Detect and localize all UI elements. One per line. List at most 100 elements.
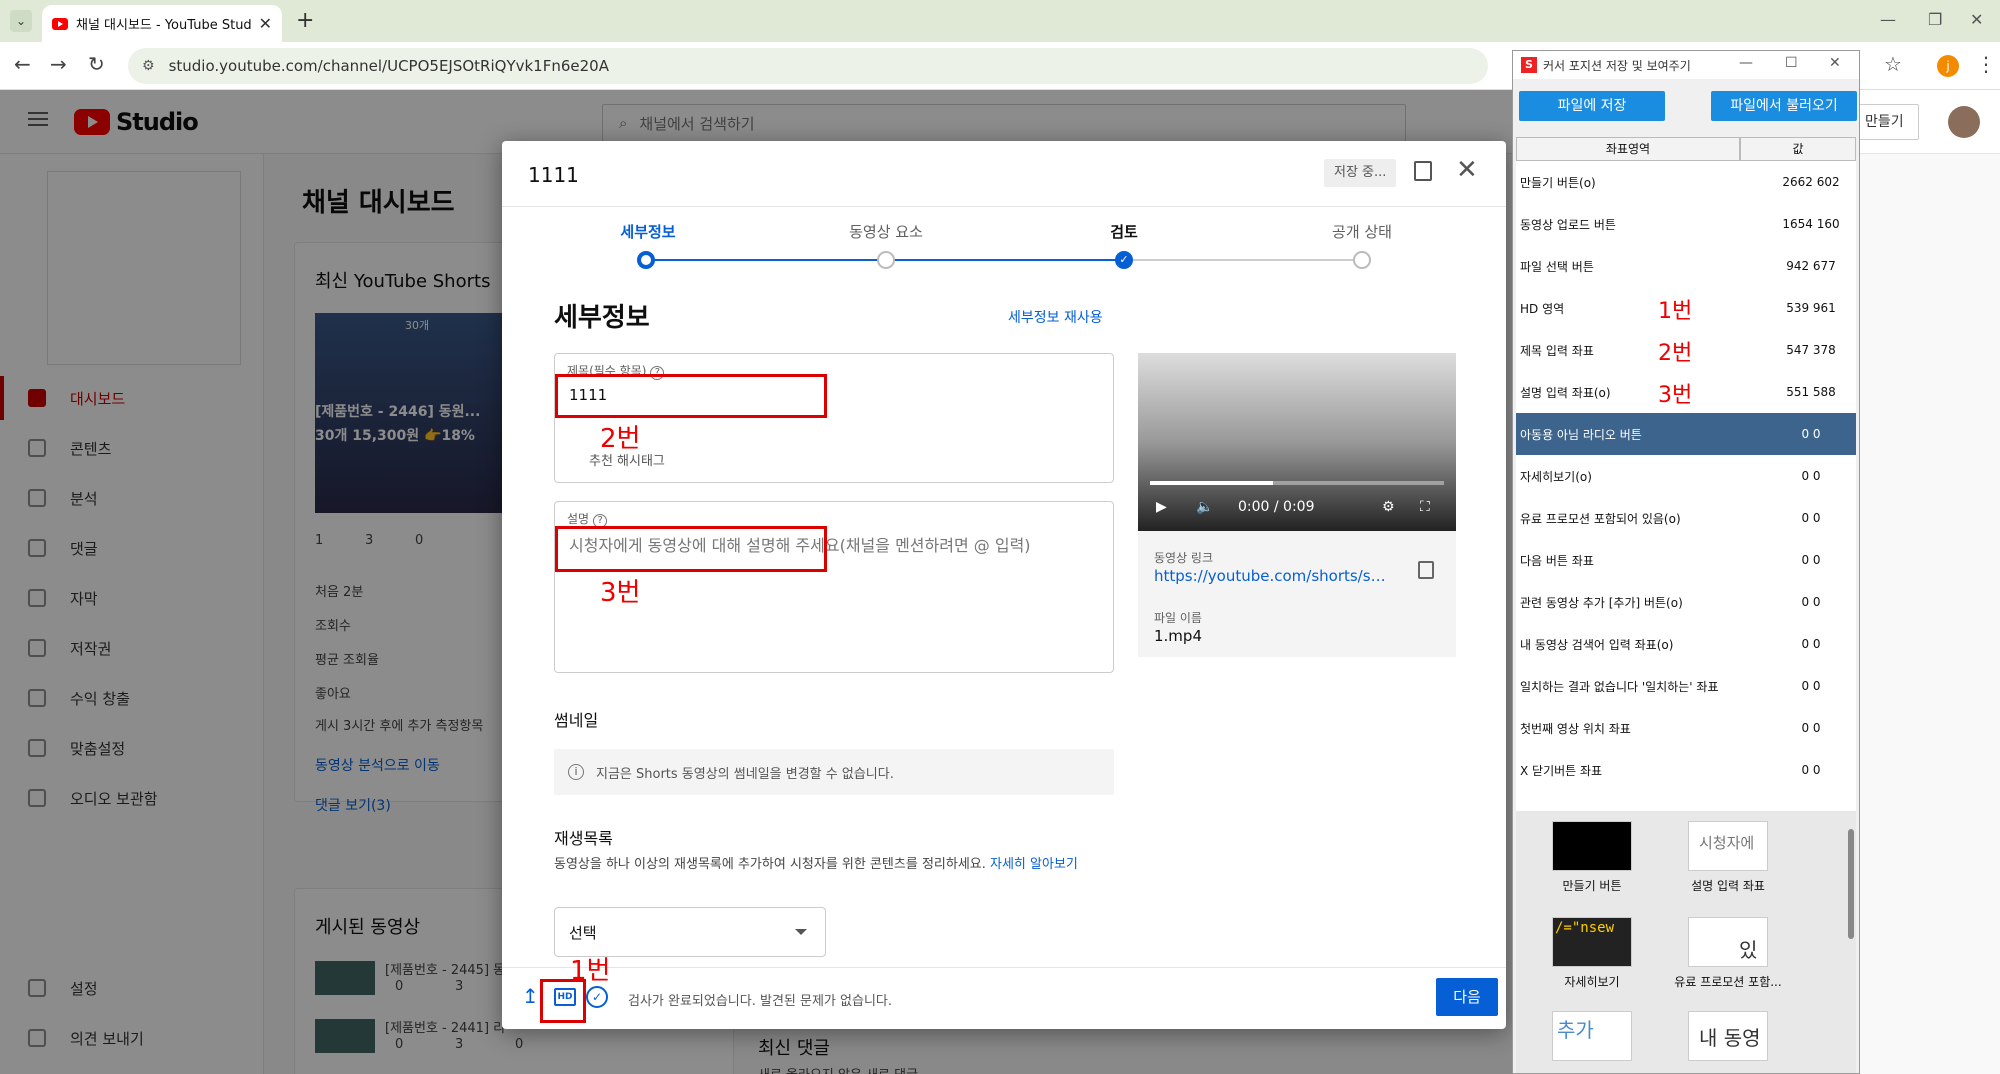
step-visibility[interactable]: 공개 상태	[1282, 221, 1442, 242]
coords-row-name: 관련 동영상 추가 [추가] 버튼(o)	[1520, 595, 1683, 610]
settings-gear-icon[interactable]: ⚙	[1382, 499, 1395, 515]
description-label-text: 설명	[567, 512, 590, 526]
avatar[interactable]	[1948, 106, 1980, 138]
thumb-details[interactable]: /="nsew	[1552, 917, 1632, 967]
coords-row[interactable]: 첫번째 영상 위치 좌표 0 0	[1516, 707, 1856, 749]
coords-row[interactable]: 일치하는 결과 없습니다 '일치하는' 좌표 0 0	[1516, 665, 1856, 707]
coords-row[interactable]: HD 영역 1번 539 961	[1516, 287, 1856, 329]
annotation-label-2: 2번	[600, 424, 641, 454]
coords-row[interactable]: 다음 버튼 좌표 0 0	[1516, 539, 1856, 581]
coords-grid: 좌표영역 값 만들기 버튼(o) 2662 602 동영상 업로드 버튼 1654 1…	[1516, 137, 1856, 837]
coords-row[interactable]: X 닫기버튼 좌표 0 0	[1516, 749, 1856, 791]
file-name-label: 파일 이름	[1154, 611, 1202, 625]
coords-row-annotation: 3번	[1658, 383, 1693, 408]
coords-row[interactable]: 만들기 버튼(o) 2662 602	[1516, 161, 1856, 203]
volume-icon[interactable]: 🔈	[1196, 499, 1213, 515]
tab-close-icon[interactable]: ✕	[259, 14, 272, 33]
tool-close-icon[interactable]: ✕	[1829, 55, 1841, 71]
info-icon: i	[568, 764, 584, 780]
thumb-description[interactable]: 시청자에	[1688, 821, 1768, 871]
coords-row-value: 0 0	[1801, 763, 1821, 777]
tool-minimize-icon[interactable]: —	[1739, 55, 1753, 71]
coords-row[interactable]: 내 동영상 검색어 입력 좌표(o) 0 0	[1516, 623, 1856, 665]
close-icon[interactable]: ✕	[1456, 155, 1478, 185]
video-time: 0:00 / 0:09	[1238, 499, 1315, 515]
browser-tab[interactable]: 채널 대시보드 - YouTube Studio ✕	[42, 5, 282, 42]
reuse-details-link[interactable]: 세부정보 재사용	[1008, 307, 1103, 327]
coords-row[interactable]: 동영상 업로드 버튼 1654 160	[1516, 203, 1856, 245]
browser-menu-icon[interactable]: ⋮	[1976, 52, 1996, 76]
progress-fill	[1150, 481, 1274, 485]
tab-search-chevron-icon[interactable]: ⌄	[10, 10, 32, 32]
thumb-search[interactable]: 내 동영	[1688, 1011, 1768, 1061]
reload-icon[interactable]: ↻	[88, 52, 105, 76]
step-dot-video-elements[interactable]	[877, 251, 895, 269]
step-video-elements[interactable]: 동영상 요소	[806, 221, 966, 242]
report-icon[interactable]	[1414, 161, 1432, 181]
coords-row[interactable]: 아동용 아님 라디오 버튼 0 0	[1516, 413, 1856, 455]
fullscreen-icon[interactable]: ⛶	[1420, 499, 1430, 515]
next-button[interactable]: 다음	[1436, 978, 1498, 1016]
restore-icon[interactable]: ❐	[1928, 10, 1942, 29]
playlist-heading: 재생목록	[554, 829, 613, 848]
thumbnail-info: i 지금은 Shorts 동영상의 썸네일을 변경할 수 없습니다.	[554, 749, 1114, 795]
coords-row[interactable]: 자세히보기(o) 0 0	[1516, 455, 1856, 497]
thumb-text: 시청자에	[1699, 834, 1755, 852]
coords-row-name: HD 영역	[1520, 301, 1565, 316]
coords-row-value: 0 0	[1801, 511, 1821, 525]
profile-icon[interactable]: j	[1937, 55, 1959, 77]
back-icon[interactable]: ←	[14, 52, 31, 76]
copy-icon[interactable]	[1418, 561, 1434, 579]
coords-row[interactable]: 설명 입력 좌표(o) 3번 551 588	[1516, 371, 1856, 413]
step-dot-checks-check-icon[interactable]: ✓	[1115, 251, 1133, 269]
coords-row-name: 자세히보기(o)	[1520, 469, 1592, 484]
forward-icon[interactable]: →	[50, 52, 67, 76]
coords-row-name: 다음 버튼 좌표	[1520, 553, 1594, 568]
new-tab-icon[interactable]: +	[296, 8, 314, 33]
save-to-file-button[interactable]: 파일에 저장	[1519, 91, 1665, 121]
coords-row[interactable]: 파일 선택 버튼 942 677	[1516, 245, 1856, 287]
url-text: studio.youtube.com/channel/UCPO5EJSOtRiQ…	[168, 57, 609, 75]
progress-bar[interactable]	[1150, 481, 1444, 485]
learn-more-link[interactable]: 자세히 알아보기	[990, 857, 1078, 872]
youtube-favicon-icon	[52, 17, 68, 30]
tool-maximize-icon[interactable]: ☐	[1785, 55, 1798, 71]
thumb-create-button[interactable]	[1552, 821, 1632, 871]
step-details[interactable]: 세부정보	[568, 221, 728, 242]
dialog-title: 1111	[528, 163, 579, 187]
video-link[interactable]: https://youtube.com/shorts/s7...	[1154, 567, 1394, 585]
step-checks[interactable]: 검토	[1044, 221, 1204, 242]
thumb-add[interactable]: 추가	[1552, 1011, 1632, 1061]
bookmark-star-icon[interactable]: ☆	[1884, 52, 1902, 76]
address-bar[interactable]: ⚙ studio.youtube.com/channel/UCPO5EJSOtR…	[128, 48, 1488, 84]
browser-tabstrip: ⌄ 채널 대시보드 - YouTube Studio ✕ + — ❐ ✕	[0, 0, 2000, 42]
thumb-paid-promo[interactable]: 있	[1688, 917, 1768, 967]
coords-row[interactable]: 관련 동영상 추가 [추가] 버튼(o) 0 0	[1516, 581, 1856, 623]
step-dot-visibility[interactable]	[1353, 251, 1371, 269]
play-icon[interactable]: ▶	[1156, 499, 1167, 515]
upload-icon[interactable]: ↥	[522, 984, 539, 1008]
cursor-tool-window: S 커서 포지션 저장 및 보여주기 — ☐ ✕ 파일에 저장 파일에서 불러오…	[1512, 50, 1860, 1074]
close-window-icon[interactable]: ✕	[1970, 10, 1983, 29]
file-name: 1.mp4	[1154, 627, 1202, 645]
coords-row-value: 0 0	[1801, 553, 1821, 567]
dialog-header: 1111 저장 중... ✕	[502, 141, 1506, 207]
coords-row-name: 일치하는 결과 없습니다 '일치하는' 좌표	[1520, 679, 1719, 694]
checks-complete-icon[interactable]: ✓	[586, 986, 608, 1008]
tab-title: 채널 대시보드 - YouTube Studio	[76, 18, 251, 33]
video-preview: ▶ 🔈 0:00 / 0:09 ⚙ ⛶ 동영상 링크 https://youtu…	[1138, 353, 1456, 657]
minimize-icon[interactable]: —	[1880, 10, 1896, 29]
coords-row-value: 0 0	[1801, 721, 1821, 735]
coords-row-value: 539 961	[1786, 301, 1836, 315]
thumb-caption: 설명 입력 좌표	[1691, 879, 1765, 893]
thumbnail-scrollbar[interactable]	[1848, 829, 1854, 939]
coords-row-name: 동영상 업로드 버튼	[1520, 217, 1616, 232]
thumb-text: 있	[1739, 938, 1758, 962]
coords-row[interactable]: 제목 입력 좌표 2번 547 378	[1516, 329, 1856, 371]
coords-row[interactable]: 유료 프로모션 포함되어 있음(o) 0 0	[1516, 497, 1856, 539]
step-dot-details[interactable]	[637, 251, 655, 269]
create-button[interactable]: 만들기	[1850, 104, 1919, 140]
site-info-icon[interactable]: ⚙	[142, 58, 155, 74]
coords-row-value: 0 0	[1801, 679, 1821, 693]
load-from-file-button[interactable]: 파일에서 불러오기	[1711, 91, 1857, 121]
